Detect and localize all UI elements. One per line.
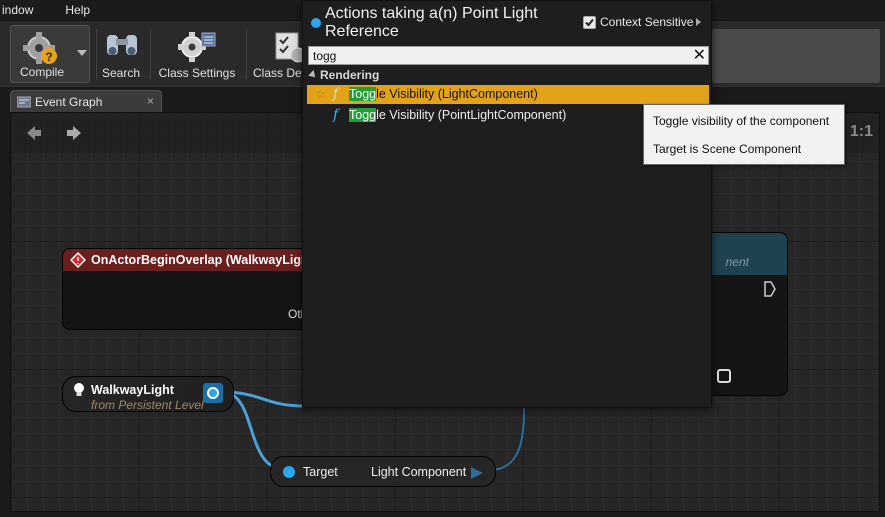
tab-label: Event Graph — [35, 95, 103, 109]
action-search-input[interactable] — [313, 48, 683, 64]
action-menu: Actions taking a(n) Point Light Referenc… — [302, 0, 712, 408]
point-light-reference-dot-icon — [311, 18, 321, 28]
tooltip-description: Toggle visibility of the component — [653, 114, 830, 128]
search-match: Togg — [349, 108, 377, 122]
event-node[interactable]: OnActorBeginOverlap (WalkwayLight Oth — [62, 248, 313, 330]
compile-button[interactable]: ? Compile — [10, 25, 90, 83]
target-pin-label: Target — [303, 465, 338, 479]
action-item-label: Toggle Visibility (PointLightComponent) — [349, 108, 566, 122]
event-node-header: OnActorBeginOverlap (WalkwayLight — [63, 249, 313, 271]
output-pin-arrow-icon[interactable] — [471, 467, 483, 479]
light-component-pin-label: Light Component — [371, 465, 467, 479]
exec-out-pin-icon[interactable] — [763, 281, 777, 297]
action-item-label: Toggle Visibility (LightComponent) — [349, 87, 538, 101]
event-diamond-icon — [70, 252, 86, 268]
action-menu-title: Actions taking a(n) Point Light Referenc… — [325, 5, 538, 40]
variable-node-name: WalkwayLight — [91, 383, 174, 397]
search-match: Togg — [349, 87, 377, 101]
search-label: Search — [101, 66, 141, 80]
category-expand-icon[interactable] — [308, 70, 318, 80]
check-icon — [585, 18, 594, 26]
function-icon: f — [333, 107, 339, 123]
clear-search-icon[interactable]: ✕ — [693, 45, 706, 65]
action-tooltip: Toggle visibility of the component Targe… — [643, 104, 845, 165]
toolbar-separator — [96, 29, 97, 79]
action-item-rest: le Visibility (LightComponent) — [376, 87, 538, 101]
action-item-rest: le Visibility (PointLightComponent) — [376, 108, 567, 122]
menu-help[interactable]: Help — [63, 3, 96, 17]
forward-arrow-icon[interactable] — [65, 124, 83, 142]
context-sensitive-arrow-icon — [696, 18, 702, 26]
context-sensitive-toggle[interactable]: Context Sensitive — [583, 15, 702, 29]
get-component-node[interactable]: Target Light Component — [270, 456, 496, 487]
binoculars-icon — [107, 35, 137, 55]
toolbar-separator — [150, 29, 151, 79]
class-settings-button[interactable]: Class Settings — [154, 25, 240, 83]
function-node[interactable]: nent — [700, 232, 788, 396]
action-item-toggle-visibility-lightcomponent[interactable]: ☆ f Toggle Visibility (LightComponent) — [307, 85, 709, 104]
action-search-box: ✕ — [308, 46, 709, 65]
back-arrow-icon[interactable] — [25, 124, 43, 142]
search-button[interactable]: Search — [98, 25, 144, 83]
function-icon: f — [333, 86, 339, 102]
event-node-title: OnActorBeginOverlap (WalkwayLight — [91, 253, 313, 267]
context-sensitive-checkbox[interactable] — [583, 15, 596, 29]
toolbar-right-background — [712, 29, 880, 83]
class-defaults-label: Class Def — [253, 66, 306, 80]
context-sensitive-label: Context Sensitive — [600, 15, 694, 29]
category-label: Rendering — [320, 68, 380, 82]
target-input-pin[interactable] — [283, 466, 295, 478]
event-graph-icon — [17, 96, 31, 108]
compile-gear-icon: ? — [23, 32, 57, 64]
class-defaults-button[interactable]: Class Def — [250, 25, 306, 83]
tooltip-target: Target is Scene Component — [653, 142, 802, 156]
variable-node-subtitle: from Persistent Level — [91, 398, 204, 412]
variable-node[interactable]: WalkwayLight from Persistent Level — [62, 376, 234, 412]
function-node-header: nent — [701, 233, 787, 275]
compile-dropdown-chevron-icon[interactable] — [77, 50, 87, 56]
menu-window[interactable]: indow — [0, 3, 39, 17]
class-settings-label: Class Settings — [158, 66, 236, 80]
tab-event-graph[interactable]: Event Graph × — [10, 90, 162, 113]
zoom-level: 1:1 — [849, 123, 873, 140]
boolean-checkbox[interactable] — [717, 369, 731, 383]
toolbar-separator — [246, 29, 247, 79]
tab-close-icon[interactable]: × — [147, 94, 154, 108]
favorite-star-icon[interactable]: ☆ — [315, 87, 326, 101]
class-settings-gears-icon — [178, 32, 216, 62]
category-rendering[interactable]: Rendering — [308, 68, 380, 82]
light-bulb-icon — [74, 383, 84, 396]
output-pin[interactable] — [207, 387, 219, 399]
svg-text:?: ? — [45, 50, 52, 64]
